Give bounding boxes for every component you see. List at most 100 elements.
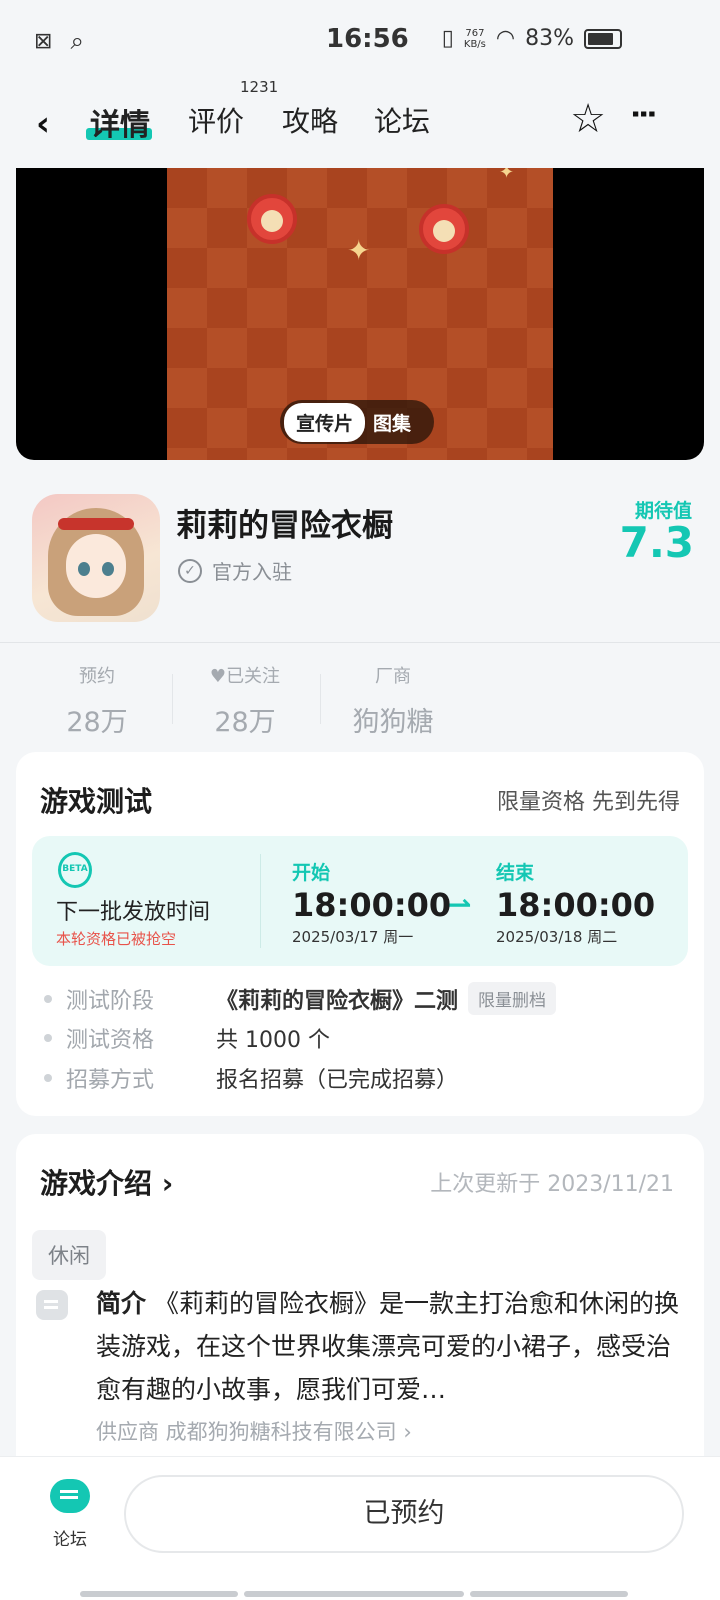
game-intro-title-text: 游戏介绍 bbox=[40, 1167, 153, 1200]
description-icon bbox=[36, 1290, 68, 1320]
game-intro-card: 游戏介绍 › 上次更新于 2023/11/21 休闲 简介 《莉莉的冒险衣橱》是一… bbox=[16, 1134, 704, 1464]
game-title: 莉莉的冒险衣橱 bbox=[176, 508, 393, 544]
gesture-bar bbox=[244, 1591, 464, 1597]
review-count: 1231 bbox=[240, 78, 279, 96]
limited-tag: 限量删档 bbox=[468, 982, 557, 1015]
game-icon-eye bbox=[78, 562, 90, 576]
chevron-right-icon: › bbox=[161, 1167, 174, 1200]
status-bar: ⊠ ⌕ 16:56 ▯ 767 KB/s ◠ 83% bbox=[0, 0, 720, 82]
divider bbox=[320, 674, 321, 724]
end-date: 2025/03/18 周二 bbox=[496, 928, 618, 946]
search-icon: ⌕ bbox=[70, 27, 84, 55]
divider bbox=[260, 854, 261, 948]
stat-label-text: 已关注 bbox=[226, 666, 281, 687]
test-note: 限量资格 先到先得 bbox=[497, 790, 680, 815]
vibrate-icon: ▯ bbox=[441, 26, 454, 51]
next-batch-label: 下一批发放时间 bbox=[56, 900, 211, 925]
stat-label: 厂商 bbox=[375, 666, 411, 687]
battery-icon bbox=[584, 28, 622, 49]
battery-percent: 83% bbox=[525, 26, 574, 51]
last-updated: 上次更新于 2023/11/21 bbox=[430, 1172, 674, 1197]
intro-text: 《莉莉的冒险衣橱》是一款主打治愈和休闲的换装游戏，在这个世界收集漂亮可爱的小裙子… bbox=[96, 1289, 680, 1404]
intro-label: 简介 bbox=[96, 1289, 147, 1318]
genre-tag[interactable]: 休闲 bbox=[32, 1230, 106, 1280]
row-value: 共 1000 个 bbox=[216, 1028, 330, 1053]
official-badge: ✓ 官方入驻 bbox=[178, 556, 292, 585]
row-value: 《莉莉的冒险衣橱》二测 bbox=[216, 988, 459, 1014]
start-date: 2025/03/17 周一 bbox=[292, 928, 414, 946]
supplier-link[interactable]: 供应商 成都狗狗糖科技有限公司 › bbox=[96, 1416, 412, 1446]
sold-out-notice: 本轮资格已被抢空 bbox=[56, 930, 177, 948]
gesture-bar bbox=[80, 1591, 238, 1597]
promo-video-tab[interactable]: 宣传片 bbox=[284, 402, 366, 442]
end-label: 结束 bbox=[496, 862, 535, 884]
arrow-icon: ⇀ bbox=[448, 888, 472, 921]
test-recruit-row: 招募方式 报名招募（已完成招募） bbox=[44, 1062, 458, 1094]
sparkle-icon: ✦ bbox=[347, 234, 371, 267]
bullet bbox=[44, 994, 52, 1003]
heart-icon: ♥ bbox=[209, 666, 227, 687]
stat-value: 28万 bbox=[66, 707, 128, 738]
start-label: 开始 bbox=[292, 862, 331, 884]
network-speed-value: 767 bbox=[465, 27, 485, 39]
end-time: 18:00:00 bbox=[496, 886, 656, 924]
test-schedule-box: BETA 下一批发放时间 本轮资格已被抢空 开始 18:00:00 2025/0… bbox=[32, 836, 688, 966]
row-key: 测试资格 bbox=[66, 1028, 155, 1053]
apple-graphic bbox=[419, 204, 469, 254]
favorite-star-icon[interactable]: ☆ bbox=[570, 96, 606, 142]
game-test-card: 游戏测试 限量资格 先到先得 BETA 下一批发放时间 本轮资格已被抢空 开始 … bbox=[16, 752, 704, 1116]
tab-guides[interactable]: 攻略 bbox=[282, 100, 338, 140]
stat-publisher[interactable]: 厂商 狗狗糖 bbox=[328, 662, 458, 739]
sparkle-icon: ✦ bbox=[499, 168, 515, 183]
apple-graphic bbox=[247, 194, 297, 244]
game-test-title: 游戏测试 bbox=[40, 785, 153, 818]
game-icon bbox=[32, 494, 160, 622]
game-icon-eye bbox=[102, 562, 114, 576]
wifi-icon: ◠ bbox=[495, 26, 516, 51]
notification-icon: ⊠ bbox=[34, 28, 53, 54]
bullet bbox=[44, 1074, 52, 1082]
media-switch: 宣传片 图集 bbox=[280, 400, 434, 444]
back-icon[interactable]: ‹ bbox=[36, 104, 50, 144]
check-circle-icon: ✓ bbox=[178, 558, 202, 583]
gesture-bar bbox=[470, 1591, 628, 1597]
stat-label: ♥已关注 bbox=[180, 662, 310, 688]
game-intro-title[interactable]: 游戏介绍 › bbox=[40, 1162, 173, 1202]
gallery-tab[interactable]: 图集 bbox=[373, 409, 411, 436]
clock: 16:56 bbox=[326, 24, 409, 54]
forum-label: 论坛 bbox=[53, 1530, 87, 1550]
test-quota-row: 测试资格 共 1000 个 bbox=[44, 1022, 330, 1054]
forum-button[interactable]: 论坛 bbox=[44, 1479, 96, 1550]
network-speed-unit: KB/s bbox=[463, 38, 486, 50]
bullet bbox=[44, 1034, 52, 1042]
stat-reservations: 预约 28万 bbox=[32, 662, 162, 739]
bottom-bar: 论坛 已预约 bbox=[0, 1456, 720, 1600]
tab-reviews[interactable]: 评价 bbox=[188, 100, 244, 140]
divider bbox=[172, 674, 173, 724]
network-speed: 767 KB/s bbox=[464, 28, 486, 50]
stat-label: 预约 bbox=[79, 666, 115, 687]
tab-details-label: 详情 bbox=[90, 108, 150, 143]
game-icon-headband bbox=[58, 518, 134, 530]
row-key: 招募方式 bbox=[66, 1068, 155, 1093]
official-label: 官方入驻 bbox=[212, 560, 292, 584]
beta-timer-icon: BETA bbox=[58, 852, 92, 888]
game-icon-face bbox=[66, 534, 126, 598]
row-value: 报名招募（已完成招募） bbox=[216, 1068, 459, 1093]
start-time: 18:00:00 bbox=[292, 886, 452, 924]
intro-description[interactable]: 简介 《莉莉的冒险衣橱》是一款主打治愈和休闲的换装游戏，在这个世界收集漂亮可爱的小… bbox=[96, 1282, 680, 1411]
media-player[interactable]: ✦ ✦ 宣传片 图集 bbox=[16, 168, 704, 460]
more-icon[interactable]: ⋮ bbox=[627, 100, 660, 128]
top-nav: ‹ 详情 评价 1231 攻略 论坛 ☆ ⋮ bbox=[0, 78, 720, 154]
tab-forum[interactable]: 论坛 bbox=[374, 100, 430, 140]
stat-value: 狗狗糖 bbox=[352, 707, 434, 738]
expectation-score: 7.3 bbox=[619, 518, 694, 567]
tab-details[interactable]: 详情 bbox=[86, 100, 152, 144]
chat-bubble-icon bbox=[50, 1479, 90, 1513]
stat-followers[interactable]: ♥已关注 28万 bbox=[180, 662, 310, 739]
battery-level bbox=[588, 32, 613, 45]
stat-value: 28万 bbox=[214, 707, 276, 738]
row-key: 测试阶段 bbox=[66, 988, 155, 1014]
reserved-button[interactable]: 已预约 bbox=[124, 1475, 684, 1553]
test-stage-row: 测试阶段 《莉莉的冒险衣橱》二测 限量删档 bbox=[44, 982, 557, 1015]
